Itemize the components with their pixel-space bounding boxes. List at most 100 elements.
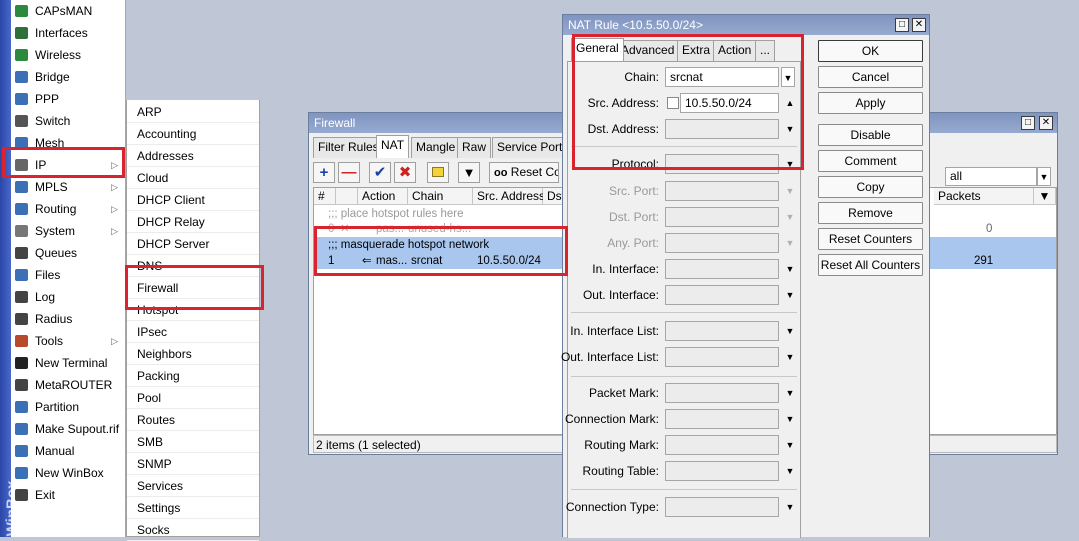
maximize-button[interactable]: □ bbox=[895, 18, 909, 32]
sidebar-item-capsman[interactable]: CAPsMAN bbox=[11, 0, 126, 22]
sidebar-item-new-winbox[interactable]: New WinBox bbox=[11, 462, 126, 484]
submenu-item-ipsec[interactable]: IPsec bbox=[127, 321, 259, 343]
tab-action[interactable]: Action bbox=[713, 40, 757, 61]
sidebar-item-log[interactable]: Log bbox=[11, 286, 126, 308]
sidebar-item-interfaces[interactable]: Interfaces bbox=[11, 22, 126, 44]
sidebar-item-queues[interactable]: Queues bbox=[11, 242, 126, 264]
sidebar-item-make-supout-rif[interactable]: Make Supout.rif bbox=[11, 418, 126, 440]
tab-filter-rules[interactable]: Filter Rules bbox=[313, 137, 384, 158]
submenu-item-addresses[interactable]: Addresses bbox=[127, 145, 259, 167]
close-button[interactable]: ✕ bbox=[1039, 116, 1053, 130]
filter-button[interactable]: ▼ bbox=[458, 162, 480, 183]
comment-button[interactable]: Comment bbox=[818, 150, 923, 172]
remove-button[interactable]: — bbox=[338, 162, 360, 183]
sidebar-item-mpls[interactable]: MPLS ▷ bbox=[11, 176, 126, 198]
col-header-packets[interactable]: Packets bbox=[934, 188, 1034, 205]
protocol-field[interactable] bbox=[665, 154, 779, 174]
tab-general[interactable]: General bbox=[571, 38, 624, 61]
sidebar-item-partition[interactable]: Partition bbox=[11, 396, 126, 418]
connection-mark-field[interactable] bbox=[665, 409, 779, 429]
col-header-src-address[interactable]: Src. Address bbox=[473, 188, 545, 205]
routing-table-field[interactable] bbox=[665, 461, 779, 481]
routing-mark-dropdown[interactable]: ▼ bbox=[783, 435, 797, 455]
submenu-item-services[interactable]: Services bbox=[127, 475, 259, 497]
packet-mark-dropdown[interactable]: ▼ bbox=[783, 383, 797, 403]
search-filter-input[interactable]: all bbox=[945, 167, 1037, 186]
submenu-item-settings[interactable]: Settings bbox=[127, 497, 259, 519]
sidebar-item-metarouter[interactable]: MetaROUTER bbox=[11, 374, 126, 396]
src-address-not-checkbox[interactable] bbox=[667, 97, 679, 109]
col-header-sort[interactable] bbox=[336, 188, 358, 205]
chain-dropdown[interactable]: ▼ bbox=[781, 67, 795, 87]
sidebar-item-mesh[interactable]: Mesh bbox=[11, 132, 126, 154]
col-header-num[interactable]: # bbox=[314, 188, 336, 205]
sidebar-item-wireless[interactable]: Wireless bbox=[11, 44, 126, 66]
tab-nat[interactable]: NAT bbox=[376, 135, 410, 158]
in-interface-field[interactable] bbox=[665, 259, 779, 279]
in-interface-list-dropdown[interactable]: ▼ bbox=[783, 321, 797, 341]
maximize-button[interactable]: □ bbox=[1021, 116, 1035, 130]
dst-address-field[interactable] bbox=[665, 119, 779, 139]
copy-button[interactable]: Copy bbox=[818, 176, 923, 198]
comment-button[interactable] bbox=[427, 162, 449, 183]
submenu-item-routes[interactable]: Routes bbox=[127, 409, 259, 431]
submenu-item-arp[interactable]: ARP bbox=[127, 101, 259, 123]
sidebar-item-routing[interactable]: Routing ▷ bbox=[11, 198, 126, 220]
enable-button[interactable]: ✔ bbox=[369, 162, 391, 183]
out-interface-list-dropdown[interactable]: ▼ bbox=[783, 347, 797, 367]
sidebar-item-ppp[interactable]: PPP bbox=[11, 88, 126, 110]
nat-rule-titlebar[interactable]: NAT Rule <10.5.50.0/24> bbox=[563, 15, 929, 35]
submenu-item-dhcp-server[interactable]: DHCP Server bbox=[127, 233, 259, 255]
submenu-item-pool[interactable]: Pool bbox=[127, 387, 259, 409]
reset-all-counters-button[interactable]: Reset All Counters bbox=[818, 254, 923, 276]
col-header-action[interactable]: Action bbox=[358, 188, 408, 205]
sidebar-item-exit[interactable]: Exit bbox=[11, 484, 126, 506]
routing-mark-field[interactable] bbox=[665, 435, 779, 455]
routing-table-dropdown[interactable]: ▼ bbox=[783, 461, 797, 481]
sidebar-item-files[interactable]: Files bbox=[11, 264, 126, 286]
remove-button[interactable]: Remove bbox=[818, 202, 923, 224]
sidebar-item-manual[interactable]: Manual bbox=[11, 440, 126, 462]
submenu-item-smb[interactable]: SMB bbox=[127, 431, 259, 453]
in-interface-list-field[interactable] bbox=[665, 321, 779, 341]
submenu-item-socks[interactable]: Socks bbox=[127, 519, 259, 541]
out-interface-list-field[interactable] bbox=[665, 347, 779, 367]
reset-counters-button[interactable]: Reset Counters bbox=[818, 228, 923, 250]
tab-mangle[interactable]: Mangle bbox=[411, 137, 461, 158]
connection-mark-dropdown[interactable]: ▼ bbox=[783, 409, 797, 429]
submenu-item-cloud[interactable]: Cloud bbox=[127, 167, 259, 189]
out-interface-dropdown[interactable]: ▼ bbox=[783, 285, 797, 305]
col-header-chain[interactable]: Chain bbox=[408, 188, 473, 205]
close-button[interactable]: ✕ bbox=[912, 18, 926, 32]
src-address-field[interactable]: 10.5.50.0/24 bbox=[680, 93, 779, 113]
sidebar-item-radius[interactable]: Radius bbox=[11, 308, 126, 330]
packet-mark-field[interactable] bbox=[665, 383, 779, 403]
submenu-item-accounting[interactable]: Accounting bbox=[127, 123, 259, 145]
src-address-collapse[interactable]: ▲ bbox=[783, 93, 797, 113]
submenu-item-dns[interactable]: DNS bbox=[127, 255, 259, 277]
submenu-item-hotspot[interactable]: Hotspot bbox=[127, 299, 259, 321]
tab-advanced[interactable]: Advanced bbox=[616, 40, 680, 61]
add-button[interactable]: + bbox=[313, 162, 335, 183]
disable-button[interactable]: Disable bbox=[818, 124, 923, 146]
sidebar-item-tools[interactable]: Tools ▷ bbox=[11, 330, 126, 352]
tab-more[interactable]: ... bbox=[755, 40, 776, 61]
submenu-item-snmp[interactable]: SNMP bbox=[127, 453, 259, 475]
connection-type-dropdown[interactable]: ▼ bbox=[783, 497, 797, 517]
connection-type-field[interactable] bbox=[665, 497, 779, 517]
sidebar-item-bridge[interactable]: Bridge bbox=[11, 66, 126, 88]
submenu-item-neighbors[interactable]: Neighbors bbox=[127, 343, 259, 365]
chain-field[interactable]: srcnat bbox=[665, 67, 779, 87]
out-interface-field[interactable] bbox=[665, 285, 779, 305]
submenu-item-dhcp-relay[interactable]: DHCP Relay bbox=[127, 211, 259, 233]
sidebar-item-system[interactable]: System ▷ bbox=[11, 220, 126, 242]
dst-address-dropdown[interactable]: ▼ bbox=[783, 119, 797, 139]
tab-raw[interactable]: Raw bbox=[457, 137, 492, 158]
submenu-item-firewall[interactable]: Firewall bbox=[127, 277, 259, 299]
protocol-dropdown[interactable]: ▼ bbox=[783, 154, 797, 174]
apply-button[interactable]: Apply bbox=[818, 92, 923, 114]
sidebar-item-switch[interactable]: Switch bbox=[11, 110, 126, 132]
search-filter-dropdown[interactable]: ▼ bbox=[1037, 167, 1051, 186]
in-interface-dropdown[interactable]: ▼ bbox=[783, 259, 797, 279]
sidebar-item-new-terminal[interactable]: New Terminal bbox=[11, 352, 126, 374]
